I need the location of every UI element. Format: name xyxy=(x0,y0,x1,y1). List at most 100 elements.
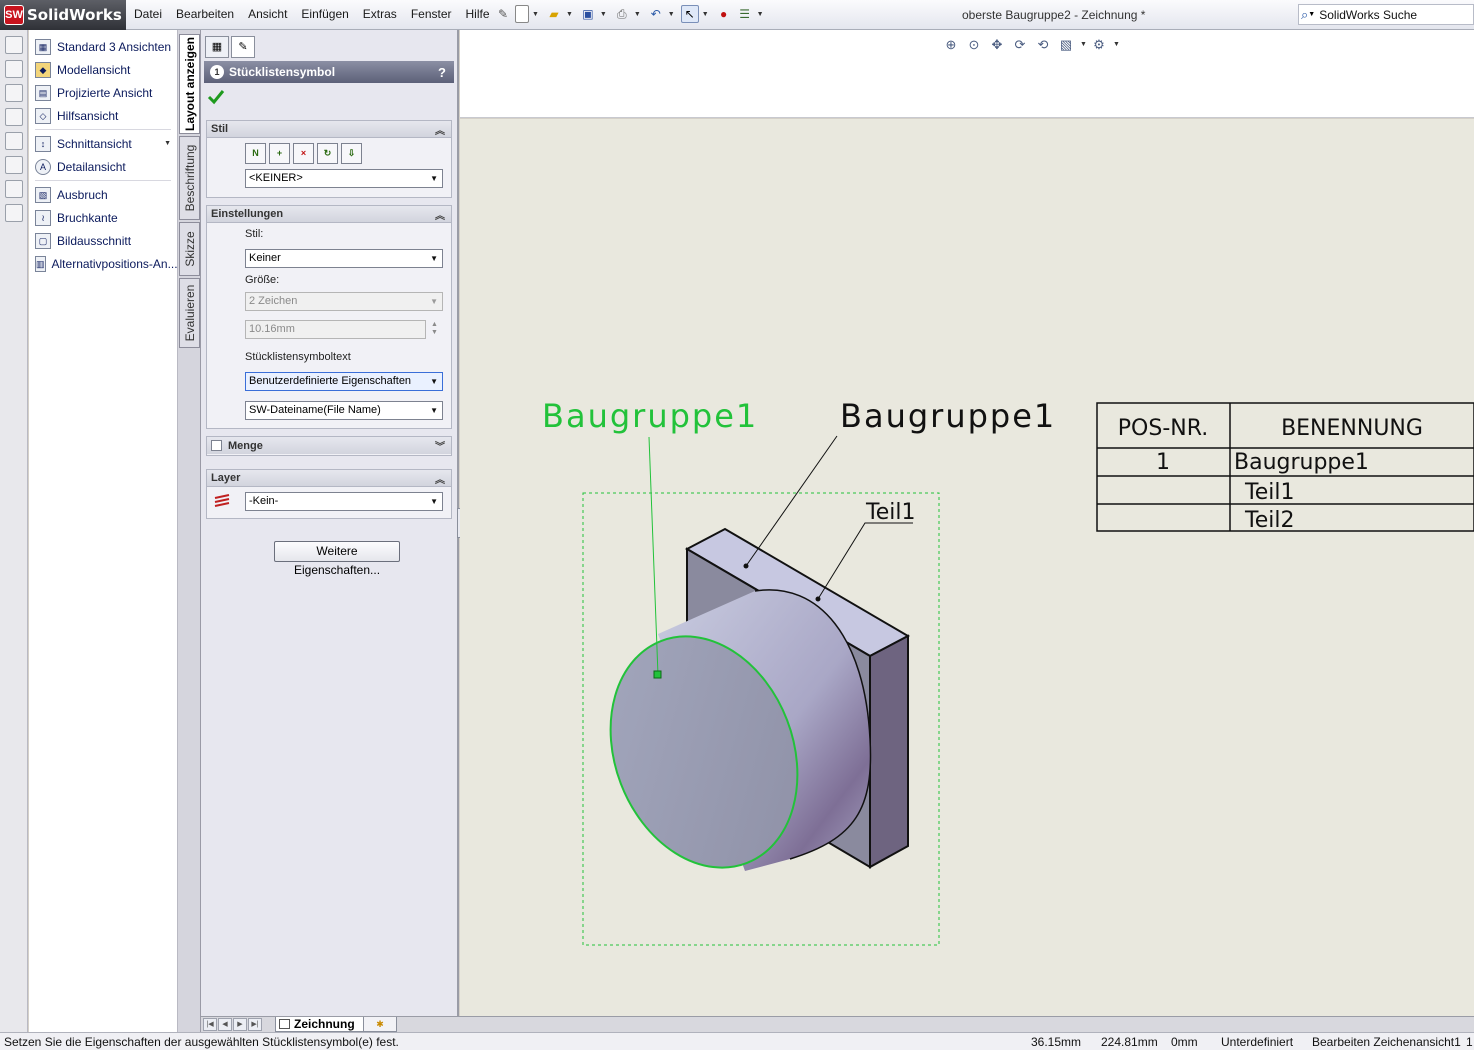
style-add-button[interactable]: + xyxy=(269,143,290,164)
options-icon[interactable]: ☰ xyxy=(736,5,754,23)
feature-manager-tab-icon[interactable]: ▦ xyxy=(205,36,229,58)
balloon-style-select[interactable]: Keiner ▼ xyxy=(245,249,443,268)
search-dropdown-icon[interactable]: ▼ xyxy=(1308,11,1315,18)
search-icon[interactable]: ⌕ xyxy=(1301,7,1308,23)
part-balloon-leader[interactable] xyxy=(817,522,913,600)
group-einstellungen-header[interactable]: Einstellungen ︽ xyxy=(207,206,451,223)
cmd-broken-out-section[interactable]: ▧ Ausbruch xyxy=(29,183,177,206)
redraw-icon[interactable]: ⟲ xyxy=(1034,36,1052,54)
first-sheet-icon[interactable]: |◀ xyxy=(203,1018,217,1031)
select-dropdown-icon[interactable]: ▼ xyxy=(702,11,709,18)
block-side-face[interactable] xyxy=(869,634,909,869)
addins-icon[interactable] xyxy=(5,204,23,222)
layer-select[interactable]: -Kein- ▼ xyxy=(245,492,443,511)
menge-checkbox[interactable] xyxy=(211,440,222,451)
view-settings-dropdown-icon[interactable]: ▼ xyxy=(1113,36,1120,54)
balloon-size-select[interactable]: 2 Zeichen ▼ xyxy=(245,292,443,311)
ok-checkmark-icon[interactable] xyxy=(207,88,225,106)
cmd-model-view[interactable]: ◆ Modellansicht xyxy=(29,58,177,81)
new-document-icon[interactable] xyxy=(515,5,529,23)
annotation-icon[interactable] xyxy=(5,60,23,78)
add-sheet-icon[interactable]: ✱ xyxy=(363,1017,397,1032)
assembly-balloon-leader[interactable] xyxy=(745,435,838,567)
sheet-tab-zeichnung[interactable]: Zeichnung xyxy=(275,1017,364,1032)
style-delete-button[interactable]: × xyxy=(293,143,314,164)
zoom-to-fit-icon[interactable]: ⊕ xyxy=(942,36,960,54)
custom-size-input[interactable]: 10.16mm xyxy=(245,320,426,339)
save-dropdown-icon[interactable]: ▼ xyxy=(600,11,607,18)
options-dropdown-icon[interactable]: ▼ xyxy=(757,11,764,18)
sketch-icon[interactable] xyxy=(5,84,23,102)
drawing-view[interactable]: Baugruppe1 Baugruppe1 Teil1 POS-NR. BENE… xyxy=(460,119,1474,1016)
pin-icon[interactable]: ✎ xyxy=(494,5,512,23)
tab-beschriftung[interactable]: Beschriftung xyxy=(179,136,200,220)
menu-bearbeiten[interactable]: Bearbeiten xyxy=(176,7,234,21)
office-icon[interactable] xyxy=(5,132,23,150)
menu-datei[interactable]: Datei xyxy=(134,7,162,21)
collapse-chevron-icon[interactable]: ︽ xyxy=(435,207,445,222)
menu-hilfe[interactable]: Hilfe xyxy=(466,7,490,21)
save-icon[interactable]: ▣ xyxy=(579,5,597,23)
solidworks-search[interactable]: ⌕ ▼ SolidWorks Suche xyxy=(1298,4,1474,25)
display-style-dropdown-icon[interactable]: ▼ xyxy=(1080,36,1087,54)
drawing-views-icon[interactable] xyxy=(5,36,23,54)
evaluate-icon[interactable] xyxy=(5,108,23,126)
cmd-section-view[interactable]: ↕ Schnittansicht ▼ xyxy=(29,132,177,155)
style-new-button[interactable]: N xyxy=(245,143,266,164)
undo-icon[interactable]: ↶ xyxy=(647,5,665,23)
next-sheet-icon[interactable]: ▶ xyxy=(233,1018,247,1031)
menu-ansicht[interactable]: Ansicht xyxy=(248,7,287,21)
expand-chevron-icon[interactable]: ︾ xyxy=(435,438,445,453)
cmd-break-line[interactable]: ≀ Bruchkante xyxy=(29,206,177,229)
rebuild-traffic-light-icon[interactable]: ● xyxy=(715,5,733,23)
cmd-auxiliary-view[interactable]: ◇ Hilfsansicht xyxy=(29,104,177,127)
prev-sheet-icon[interactable]: ◀ xyxy=(218,1018,232,1031)
solidworks-logo[interactable]: SW SolidWorks xyxy=(0,0,126,30)
selected-balloon-leader[interactable] xyxy=(648,436,659,676)
menu-einfuegen[interactable]: Einfügen xyxy=(301,7,348,21)
open-folder-icon[interactable]: ▰ xyxy=(545,5,563,23)
zoom-to-area-icon[interactable]: ⊙ xyxy=(965,36,983,54)
balloon-baugruppe1-selected[interactable]: Baugruppe1 xyxy=(542,397,758,435)
last-sheet-icon[interactable]: ▶| xyxy=(248,1018,262,1031)
help-button[interactable]: ? xyxy=(438,65,446,80)
print-icon[interactable]: ⎙ xyxy=(613,5,631,23)
menu-fenster[interactable]: Fenster xyxy=(411,7,452,21)
bom-table[interactable]: POS-NR. BENENNUNG 1 Baugruppe1 Teil1 Tei… xyxy=(1096,402,1474,533)
size-spinner-icon[interactable]: ▲ ▼ xyxy=(431,321,438,337)
tools-icon[interactable] xyxy=(5,180,23,198)
group-menge-header[interactable]: Menge ︾ xyxy=(207,437,451,454)
menu-extras[interactable]: Extras xyxy=(363,7,397,21)
new-dropdown-icon[interactable]: ▼ xyxy=(532,11,539,18)
print-dropdown-icon[interactable]: ▼ xyxy=(634,11,641,18)
balloon-teil1[interactable]: Teil1 xyxy=(865,500,915,525)
drawing-sheet[interactable]: Baugruppe1 Baugruppe1 Teil1 POS-NR. BENE… xyxy=(460,119,1474,1016)
pan-icon[interactable]: ✥ xyxy=(988,36,1006,54)
cmd-standard-3-views[interactable]: ▦ Standard 3 Ansichten xyxy=(29,35,177,58)
tab-layout-anzeigen[interactable]: Layout anzeigen xyxy=(179,34,200,134)
collapse-chevron-icon[interactable]: ︽ xyxy=(435,122,445,137)
balloon-baugruppe1[interactable]: Baugruppe1 xyxy=(840,397,1056,435)
group-stil-header[interactable]: Stil ︽ xyxy=(207,121,451,138)
search-input[interactable]: SolidWorks Suche xyxy=(1319,8,1417,22)
cmd-crop-view[interactable]: ▢ Bildausschnitt xyxy=(29,229,177,252)
view-settings-icon[interactable]: ⚙ xyxy=(1090,36,1108,54)
chevron-down-icon[interactable]: ▼ xyxy=(164,140,171,147)
collapse-chevron-icon[interactable]: ︽ xyxy=(435,471,445,486)
property-manager-tab-icon[interactable]: ✎ xyxy=(231,36,255,58)
display-style-icon[interactable]: ▧ xyxy=(1057,36,1075,54)
style-load-button[interactable]: ⇩ xyxy=(341,143,362,164)
cmd-detail-view[interactable]: A Detailansicht xyxy=(29,155,177,178)
open-dropdown-icon[interactable]: ▼ xyxy=(566,11,573,18)
custom-property-select[interactable]: SW-Dateiname(File Name) ▼ xyxy=(245,401,443,420)
layer-icon[interactable] xyxy=(5,156,23,174)
stil-select[interactable]: <KEINER> ▼ xyxy=(245,169,443,188)
more-properties-button[interactable]: Weitere Eigenschaften... xyxy=(274,541,400,577)
tab-evaluieren[interactable]: Evaluieren xyxy=(179,278,200,348)
cmd-projected-view[interactable]: ▤ Projizierte Ansicht xyxy=(29,81,177,104)
group-layer-header[interactable]: Layer ︽ xyxy=(207,470,451,487)
leader-handle-icon[interactable] xyxy=(653,670,662,679)
undo-dropdown-icon[interactable]: ▼ xyxy=(668,11,675,18)
style-update-button[interactable]: ↻ xyxy=(317,143,338,164)
rotate-icon[interactable]: ⟳ xyxy=(1011,36,1029,54)
